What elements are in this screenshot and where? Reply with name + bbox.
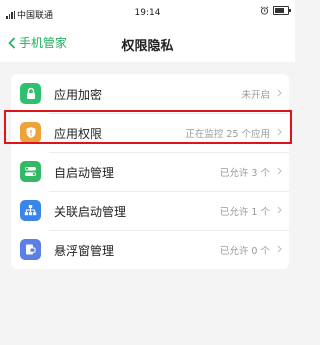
lock-icon bbox=[20, 83, 41, 104]
floating-window-icon bbox=[20, 239, 41, 260]
battery-icon bbox=[273, 6, 291, 15]
chevron-right-icon bbox=[277, 245, 282, 253]
auto-start-item[interactable]: 自启动管理 已允许 3 个 bbox=[11, 152, 289, 191]
status-time: 19:14 bbox=[134, 8, 161, 18]
app-encryption-status: 未开启 bbox=[241, 90, 270, 101]
app-encryption-item[interactable]: 应用加密 未开启 bbox=[11, 74, 289, 113]
floating-window-item[interactable]: 悬浮窗管理 已允许 0 个 bbox=[11, 230, 289, 269]
hierarchy-icon bbox=[20, 200, 41, 221]
chevron-right-icon bbox=[277, 167, 282, 175]
chevron-right-icon bbox=[277, 89, 282, 97]
linked-start-item[interactable]: 关联启动管理 已允许 1 个 bbox=[11, 191, 289, 230]
chevron-right-icon bbox=[277, 206, 282, 214]
auto-start-status: 已允许 3 个 bbox=[219, 168, 270, 179]
chevron-right-icon bbox=[277, 128, 282, 136]
settings-list: 应用加密 未开启 应用权限 正在监控 25 个应用 自启动管理 已允许 3 个 … bbox=[11, 74, 289, 269]
shield-icon bbox=[20, 122, 41, 143]
floating-window-label: 悬浮窗管理 bbox=[54, 244, 115, 258]
page-title: 权限隐私 bbox=[121, 39, 174, 54]
toggle-icon bbox=[20, 161, 41, 182]
alarm-icon bbox=[260, 6, 269, 15]
app-encryption-label: 应用加密 bbox=[54, 88, 103, 102]
linked-start-status: 已允许 1 个 bbox=[219, 207, 270, 218]
app-permissions-label: 应用权限 bbox=[54, 127, 103, 141]
status-right bbox=[260, 6, 291, 15]
app-permissions-status: 正在监控 25 个应用 bbox=[185, 129, 270, 140]
linked-start-label: 关联启动管理 bbox=[54, 205, 127, 219]
auto-start-label: 自启动管理 bbox=[54, 166, 115, 180]
status-bar: 中国联通 19:14 bbox=[0, 0, 295, 24]
app-permissions-item[interactable]: 应用权限 正在监控 25 个应用 bbox=[11, 113, 289, 152]
nav-bar: 手机管家 权限隐私 bbox=[0, 24, 295, 62]
floating-window-status: 已允许 0 个 bbox=[219, 246, 270, 257]
